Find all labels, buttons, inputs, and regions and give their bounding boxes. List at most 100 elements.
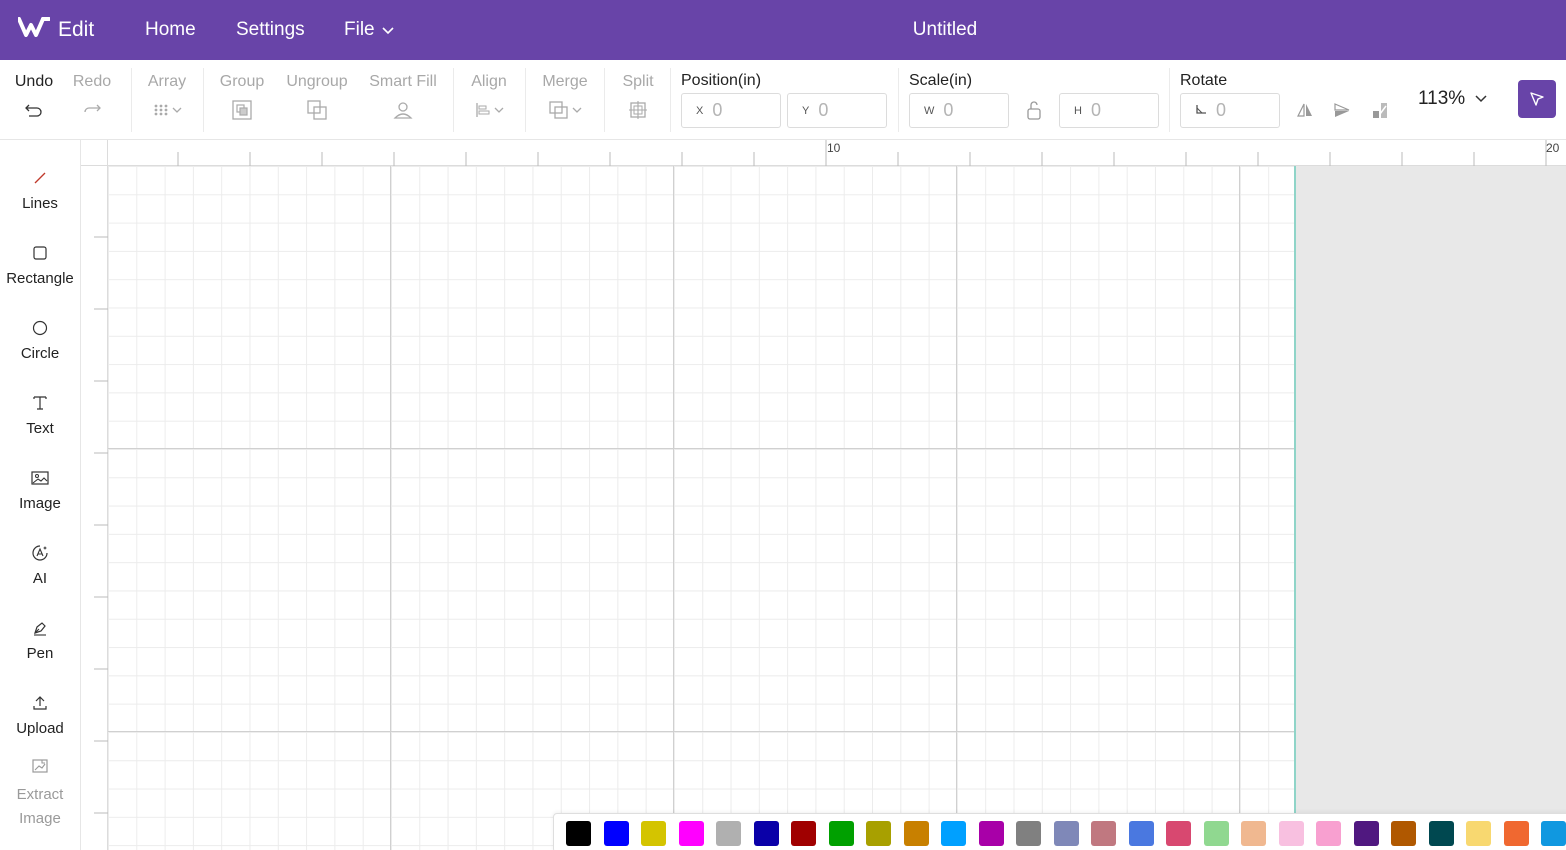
- color-swatch[interactable]: [828, 821, 854, 846]
- scale-height-value: 0: [1090, 100, 1101, 120]
- sidebar-item-text[interactable]: Text: [0, 393, 80, 437]
- position-x-prefix: X: [696, 104, 704, 117]
- color-swatch[interactable]: [866, 821, 891, 846]
- color-swatch[interactable]: [1016, 821, 1041, 846]
- ruler-label: 20: [1546, 141, 1560, 155]
- align-button[interactable]: Align: [466, 60, 512, 140]
- color-swatch[interactable]: [1091, 821, 1116, 846]
- nav-file[interactable]: File: [344, 0, 394, 60]
- canvas-workspace[interactable]: [1296, 166, 1566, 850]
- color-swatch[interactable]: [1316, 821, 1341, 846]
- brand[interactable]: Edit: [17, 0, 94, 60]
- color-swatch[interactable]: [1353, 821, 1379, 846]
- align-icon: [475, 103, 489, 117]
- redo-icon: [82, 99, 102, 121]
- sidebar-item-label: Upload: [16, 720, 64, 737]
- rotate-field[interactable]: 0: [1180, 93, 1280, 128]
- redo-button[interactable]: Redo: [70, 60, 114, 140]
- color-swatch[interactable]: [791, 821, 816, 846]
- tools-sidebar: Lines Rectangle Circle Text Image AI Pen…: [0, 140, 81, 850]
- sidebar-item-label: Rectangle: [6, 270, 74, 287]
- sidebar-item-label: Text: [26, 420, 54, 437]
- logo-icon: [17, 17, 51, 43]
- color-swatch[interactable]: [641, 821, 666, 846]
- color-swatch[interactable]: [753, 821, 779, 846]
- array-button[interactable]: Array: [144, 60, 190, 140]
- scale-height-prefix: H: [1074, 104, 1082, 117]
- scale-height-field[interactable]: H 0: [1059, 93, 1159, 128]
- merge-button[interactable]: Merge: [538, 60, 592, 140]
- position-x-value: 0: [712, 100, 723, 120]
- color-swatch[interactable]: [978, 821, 1004, 846]
- chevron-down-icon: [172, 107, 181, 113]
- scale-width-field[interactable]: W 0: [909, 93, 1009, 128]
- smart-fill-label: Smart Fill: [369, 73, 437, 90]
- color-swatch[interactable]: [678, 821, 704, 846]
- color-swatch[interactable]: [1128, 821, 1154, 846]
- sidebar-item-circle[interactable]: Circle: [0, 318, 80, 362]
- text-icon: [32, 393, 48, 413]
- split-button[interactable]: Split: [616, 60, 660, 140]
- flip-horizontal-button[interactable]: [1293, 98, 1317, 122]
- sidebar-item-rectangle[interactable]: Rectangle: [0, 243, 80, 287]
- group-icon: [232, 99, 252, 121]
- position-y-value: 0: [818, 100, 829, 120]
- artboard-canvas[interactable]: [108, 166, 1296, 850]
- ungroup-button[interactable]: Ungroup: [283, 60, 351, 140]
- undo-button[interactable]: Undo: [10, 60, 58, 140]
- redo-label: Redo: [72, 73, 112, 90]
- position-x-field[interactable]: X 0: [681, 93, 781, 128]
- toolbar-divider: [898, 68, 899, 132]
- smart-fill-button[interactable]: Smart Fill: [366, 60, 440, 140]
- sidebar-item-image[interactable]: Image: [0, 468, 80, 512]
- color-swatch[interactable]: [1541, 821, 1566, 846]
- array-icon: [154, 104, 167, 116]
- flip-vertical-button[interactable]: [1330, 98, 1354, 122]
- color-swatch[interactable]: [1503, 821, 1529, 846]
- color-swatch[interactable]: [1466, 821, 1491, 846]
- sidebar-item-label: Extract Image: [17, 783, 64, 831]
- circle-icon: [32, 318, 48, 338]
- sidebar-item-pen[interactable]: Pen: [0, 618, 80, 662]
- zoom-dropdown[interactable]: 113%: [1418, 86, 1487, 112]
- nav-settings[interactable]: Settings: [236, 0, 305, 60]
- select-tool-button[interactable]: [1518, 80, 1556, 118]
- line-icon: [32, 168, 48, 188]
- group-label: Group: [219, 73, 265, 90]
- split-label: Split: [622, 73, 654, 90]
- color-swatch[interactable]: [1053, 821, 1079, 846]
- group-button[interactable]: Group: [217, 60, 267, 140]
- toolbar-divider: [203, 68, 204, 132]
- nav-home[interactable]: Home: [145, 0, 196, 60]
- color-swatch[interactable]: [903, 821, 929, 846]
- sidebar-item-label: Lines: [22, 195, 58, 212]
- color-swatch[interactable]: [1203, 821, 1229, 846]
- merge-label: Merge: [542, 73, 588, 90]
- color-swatch[interactable]: [1241, 821, 1266, 846]
- color-swatch[interactable]: [1166, 821, 1191, 846]
- sidebar-item-label: Image: [19, 495, 61, 512]
- sidebar-item-extract-image[interactable]: Extract Image: [0, 756, 80, 831]
- color-swatch[interactable]: [1278, 821, 1304, 846]
- sidebar-item-lines[interactable]: Lines: [0, 168, 80, 212]
- sidebar-item-label: Circle: [20, 345, 60, 362]
- position-y-field[interactable]: Y 0: [787, 93, 887, 128]
- color-swatch[interactable]: [566, 821, 591, 846]
- top-bar: Edit Home Settings File Untitled: [0, 0, 1566, 60]
- lock-ratio-button[interactable]: [1022, 98, 1046, 122]
- angle-icon: [1195, 103, 1207, 118]
- color-swatch[interactable]: [941, 821, 966, 846]
- chevron-down-icon: [494, 107, 503, 113]
- rotate-label: Rotate: [1180, 72, 1228, 89]
- sidebar-item-upload[interactable]: Upload: [0, 693, 80, 737]
- color-swatch[interactable]: [603, 821, 629, 846]
- ruler-corner: [81, 140, 108, 166]
- toolbar: Undo Redo Array Group Ungroup Smart Fill: [0, 60, 1566, 140]
- color-swatch[interactable]: [1428, 821, 1454, 846]
- align-bottom-button[interactable]: [1368, 98, 1392, 122]
- color-swatch[interactable]: [1391, 821, 1416, 846]
- color-swatch[interactable]: [716, 821, 741, 846]
- split-icon: [628, 99, 648, 121]
- sidebar-item-ai[interactable]: AI: [0, 543, 80, 587]
- scale-width-prefix: W: [924, 104, 935, 117]
